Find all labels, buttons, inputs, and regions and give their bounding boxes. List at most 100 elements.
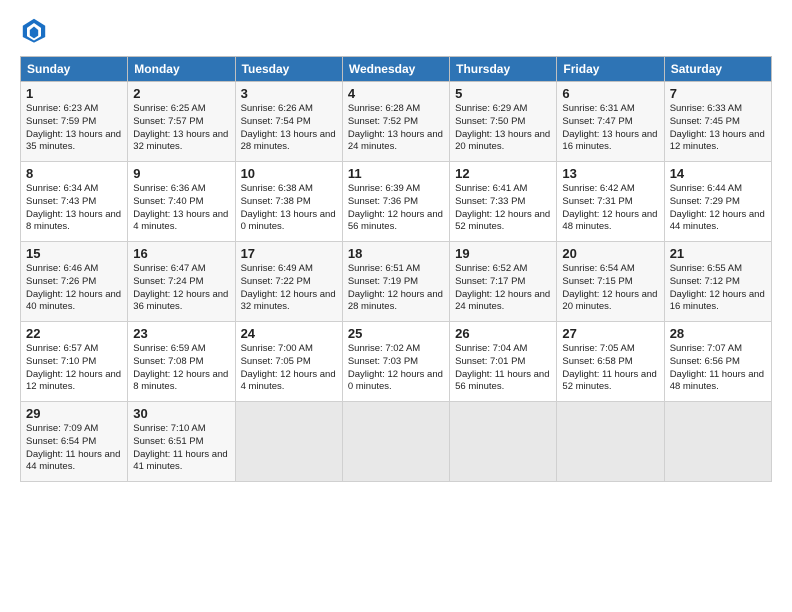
day-info: Sunrise: 7:10 AMSunset: 6:51 PMDaylight:… — [133, 423, 229, 474]
day-info: Sunrise: 7:05 AMSunset: 6:58 PMDaylight:… — [562, 343, 658, 394]
day-cell — [557, 402, 664, 482]
day-cell: 28 Sunrise: 7:07 AMSunset: 6:56 PMDayligh… — [664, 322, 771, 402]
day-cell: 29Sunrise: 7:09 AMSunset: 6:54 PMDayligh… — [21, 402, 128, 482]
day-number: 19 — [455, 246, 551, 261]
day-cell — [342, 402, 449, 482]
day-info: Sunrise: 6:59 AMSunset: 7:08 PMDaylight:… — [133, 343, 229, 394]
day-cell: 3 Sunrise: 6:26 AMSunset: 7:54 PMDaylight… — [235, 82, 342, 162]
day-number: 3 — [241, 86, 337, 101]
day-number: 10 — [241, 166, 337, 181]
day-number: 6 — [562, 86, 658, 101]
day-cell: 30Sunrise: 7:10 AMSunset: 6:51 PMDayligh… — [128, 402, 235, 482]
day-cell: 17 Sunrise: 6:49 AMSunset: 7:22 PMDayligh… — [235, 242, 342, 322]
day-cell: 1 Sunrise: 6:23 AMSunset: 7:59 PMDaylight… — [21, 82, 128, 162]
day-number: 4 — [348, 86, 444, 101]
day-number: 23 — [133, 326, 229, 341]
week-row-3: 15 Sunrise: 6:46 AMSunset: 7:26 PMDayligh… — [21, 242, 772, 322]
day-number: 5 — [455, 86, 551, 101]
col-header-wednesday: Wednesday — [342, 57, 449, 82]
day-cell: 10 Sunrise: 6:38 AMSunset: 7:38 PMDayligh… — [235, 162, 342, 242]
day-info: Sunrise: 6:34 AMSunset: 7:43 PMDaylight:… — [26, 183, 122, 234]
day-info: Sunrise: 6:28 AMSunset: 7:52 PMDaylight:… — [348, 103, 444, 154]
day-cell: 22Sunrise: 6:57 AMSunset: 7:10 PMDayligh… — [21, 322, 128, 402]
day-number: 24 — [241, 326, 337, 341]
day-info: Sunrise: 6:31 AMSunset: 7:47 PMDaylight:… — [562, 103, 658, 154]
day-info: Sunrise: 6:46 AMSunset: 7:26 PMDaylight:… — [26, 263, 122, 314]
day-number: 15 — [26, 246, 122, 261]
day-cell — [664, 402, 771, 482]
day-cell — [235, 402, 342, 482]
day-info: Sunrise: 7:07 AMSunset: 6:56 PMDaylight:… — [670, 343, 766, 394]
day-info: Sunrise: 6:39 AMSunset: 7:36 PMDaylight:… — [348, 183, 444, 234]
day-cell: 12Sunrise: 6:41 AMSunset: 7:33 PMDayligh… — [450, 162, 557, 242]
day-number: 28 — [670, 326, 766, 341]
day-number: 8 — [26, 166, 122, 181]
day-info: Sunrise: 6:52 AMSunset: 7:17 PMDaylight:… — [455, 263, 551, 314]
day-cell: 19 Sunrise: 6:52 AMSunset: 7:17 PMDayligh… — [450, 242, 557, 322]
day-number: 25 — [348, 326, 444, 341]
day-cell: 27 Sunrise: 7:05 AMSunset: 6:58 PMDayligh… — [557, 322, 664, 402]
day-info: Sunrise: 6:55 AMSunset: 7:12 PMDaylight:… — [670, 263, 766, 314]
day-number: 16 — [133, 246, 229, 261]
day-cell: 14 Sunrise: 6:44 AMSunset: 7:29 PMDayligh… — [664, 162, 771, 242]
day-number: 17 — [241, 246, 337, 261]
day-cell: 7 Sunrise: 6:33 AMSunset: 7:45 PMDaylight… — [664, 82, 771, 162]
col-header-sunday: Sunday — [21, 57, 128, 82]
page: SundayMondayTuesdayWednesdayThursdayFrid… — [0, 0, 792, 492]
day-info: Sunrise: 7:04 AMSunset: 7:01 PMDaylight:… — [455, 343, 551, 394]
logo-icon — [20, 16, 48, 44]
day-cell: 5Sunrise: 6:29 AMSunset: 7:50 PMDaylight… — [450, 82, 557, 162]
day-info: Sunrise: 6:57 AMSunset: 7:10 PMDaylight:… — [26, 343, 122, 394]
calendar-table: SundayMondayTuesdayWednesdayThursdayFrid… — [20, 56, 772, 482]
week-row-1: 1 Sunrise: 6:23 AMSunset: 7:59 PMDaylight… — [21, 82, 772, 162]
week-row-4: 22Sunrise: 6:57 AMSunset: 7:10 PMDayligh… — [21, 322, 772, 402]
day-info: Sunrise: 6:38 AMSunset: 7:38 PMDaylight:… — [241, 183, 337, 234]
day-number: 11 — [348, 166, 444, 181]
header — [20, 16, 772, 44]
day-cell: 16 Sunrise: 6:47 AMSunset: 7:24 PMDayligh… — [128, 242, 235, 322]
day-info: Sunrise: 6:25 AMSunset: 7:57 PMDaylight:… — [133, 103, 229, 154]
day-number: 26 — [455, 326, 551, 341]
day-cell — [450, 402, 557, 482]
col-header-saturday: Saturday — [664, 57, 771, 82]
day-cell: 20 Sunrise: 6:54 AMSunset: 7:15 PMDayligh… — [557, 242, 664, 322]
day-number: 14 — [670, 166, 766, 181]
col-header-friday: Friday — [557, 57, 664, 82]
day-cell: 23 Sunrise: 6:59 AMSunset: 7:08 PMDayligh… — [128, 322, 235, 402]
day-number: 18 — [348, 246, 444, 261]
day-cell: 24 Sunrise: 7:00 AMSunset: 7:05 PMDayligh… — [235, 322, 342, 402]
day-number: 7 — [670, 86, 766, 101]
header-row: SundayMondayTuesdayWednesdayThursdayFrid… — [21, 57, 772, 82]
day-info: Sunrise: 6:26 AMSunset: 7:54 PMDaylight:… — [241, 103, 337, 154]
day-cell: 6 Sunrise: 6:31 AMSunset: 7:47 PMDaylight… — [557, 82, 664, 162]
day-number: 13 — [562, 166, 658, 181]
day-cell: 25Sunrise: 7:02 AMSunset: 7:03 PMDayligh… — [342, 322, 449, 402]
day-info: Sunrise: 6:54 AMSunset: 7:15 PMDaylight:… — [562, 263, 658, 314]
day-number: 12 — [455, 166, 551, 181]
day-number: 2 — [133, 86, 229, 101]
col-header-monday: Monday — [128, 57, 235, 82]
day-info: Sunrise: 6:49 AMSunset: 7:22 PMDaylight:… — [241, 263, 337, 314]
day-cell: 21 Sunrise: 6:55 AMSunset: 7:12 PMDayligh… — [664, 242, 771, 322]
day-cell: 4 Sunrise: 6:28 AMSunset: 7:52 PMDaylight… — [342, 82, 449, 162]
day-info: Sunrise: 6:42 AMSunset: 7:31 PMDaylight:… — [562, 183, 658, 234]
day-number: 21 — [670, 246, 766, 261]
day-info: Sunrise: 6:33 AMSunset: 7:45 PMDaylight:… — [670, 103, 766, 154]
day-info: Sunrise: 7:09 AMSunset: 6:54 PMDaylight:… — [26, 423, 122, 474]
day-info: Sunrise: 6:44 AMSunset: 7:29 PMDaylight:… — [670, 183, 766, 234]
day-info: Sunrise: 6:23 AMSunset: 7:59 PMDaylight:… — [26, 103, 122, 154]
day-cell: 13 Sunrise: 6:42 AMSunset: 7:31 PMDayligh… — [557, 162, 664, 242]
day-cell: 2 Sunrise: 6:25 AMSunset: 7:57 PMDaylight… — [128, 82, 235, 162]
week-row-2: 8 Sunrise: 6:34 AMSunset: 7:43 PMDaylight… — [21, 162, 772, 242]
day-number: 20 — [562, 246, 658, 261]
day-info: Sunrise: 7:00 AMSunset: 7:05 PMDaylight:… — [241, 343, 337, 394]
day-cell: 11 Sunrise: 6:39 AMSunset: 7:36 PMDayligh… — [342, 162, 449, 242]
day-number: 1 — [26, 86, 122, 101]
day-number: 27 — [562, 326, 658, 341]
week-row-5: 29Sunrise: 7:09 AMSunset: 6:54 PMDayligh… — [21, 402, 772, 482]
day-cell: 9Sunrise: 6:36 AMSunset: 7:40 PMDaylight… — [128, 162, 235, 242]
col-header-tuesday: Tuesday — [235, 57, 342, 82]
day-info: Sunrise: 6:51 AMSunset: 7:19 PMDaylight:… — [348, 263, 444, 314]
day-info: Sunrise: 6:47 AMSunset: 7:24 PMDaylight:… — [133, 263, 229, 314]
day-number: 9 — [133, 166, 229, 181]
